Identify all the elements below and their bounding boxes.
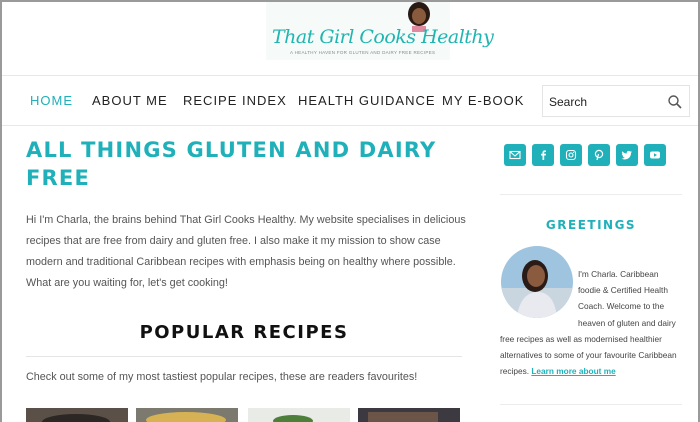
nav-item-recipe-index[interactable]: RECIPE INDEX <box>183 93 287 108</box>
pinterest-icon[interactable] <box>588 144 610 166</box>
sidebar-divider <box>500 404 682 405</box>
greetings-bio: I'm Charla. Caribbean foodie & Certified… <box>500 266 682 379</box>
site-logo[interactable]: That Girl Cooks Healthy A HEALTHY HAVEN … <box>266 2 494 60</box>
nav-item-about-me[interactable]: ABOUT ME <box>92 93 168 108</box>
logo-wordmark: That Girl Cooks Healthy <box>272 26 494 48</box>
popular-recipes-heading: POPULAR RECIPES <box>139 322 349 343</box>
search-box <box>542 85 690 117</box>
recipe-thumbnail[interactable] <box>136 408 238 422</box>
email-icon[interactable] <box>504 144 526 166</box>
nav-item-health-guidance[interactable]: HEALTH GUIDANCE <box>298 93 436 108</box>
popular-recipes-subtitle: Check out some of my most tastiest popul… <box>26 371 418 383</box>
sidebar-divider <box>500 194 682 195</box>
nav-item-my-e-book[interactable]: MY E-BOOK <box>442 93 524 108</box>
page-title: ALL THINGS GLUTEN AND DAIRY FREE <box>26 138 437 190</box>
facebook-icon[interactable] <box>532 144 554 166</box>
logo-tagline: A HEALTHY HAVEN FOR GLUTEN AND DAIRY FRE… <box>290 50 436 55</box>
recipe-thumbnail[interactable] <box>358 408 460 422</box>
recipe-thumbnail[interactable] <box>26 408 128 422</box>
site-header: That Girl Cooks Healthy A HEALTHY HAVEN … <box>2 2 698 76</box>
recipe-thumbnail[interactable] <box>248 408 350 422</box>
search-icon[interactable] <box>667 94 683 110</box>
instagram-icon[interactable] <box>560 144 582 166</box>
intro-paragraph: Hi I'm Charla, the brains behind That Gi… <box>26 214 466 289</box>
search-input[interactable] <box>549 92 661 112</box>
greetings-heading: GREETINGS <box>545 218 637 232</box>
learn-more-link[interactable]: Learn more about me <box>531 366 615 376</box>
twitter-icon[interactable] <box>616 144 638 166</box>
nav-item-home[interactable]: HOME <box>30 93 73 108</box>
main-navigation: HOME ABOUT ME RECIPE INDEX HEALTH GUIDAN… <box>2 76 698 126</box>
avatar-spacer <box>500 266 578 330</box>
section-divider <box>26 356 462 357</box>
youtube-icon[interactable] <box>644 144 666 166</box>
